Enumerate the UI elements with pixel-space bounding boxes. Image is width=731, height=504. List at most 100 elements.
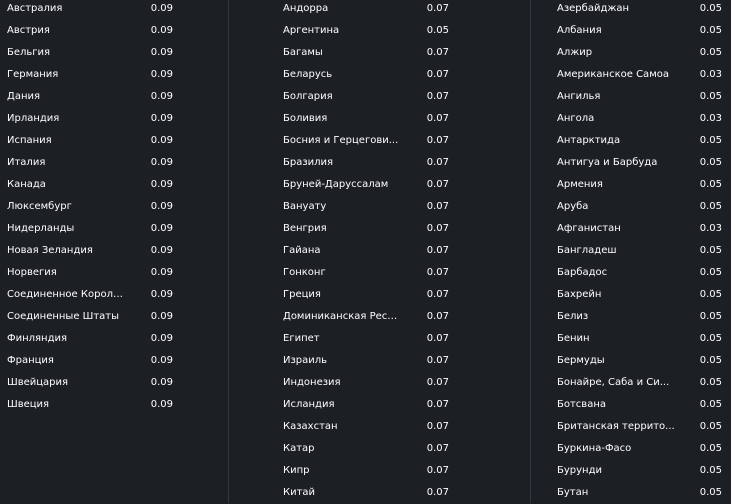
country-rate: 0.05 [699, 487, 722, 498]
table-row: Гонконг 0.07 [229, 262, 530, 284]
country-name: Люксембург [7, 201, 72, 212]
country-name: Аргентина [283, 25, 340, 36]
country-rate: 0.07 [426, 201, 449, 212]
table-row: Бермуды 0.05 [531, 350, 731, 372]
country-name: Босния и Герцегови... [283, 135, 399, 146]
country-name: Алжир [557, 47, 593, 58]
country-rate: 0.05 [699, 421, 722, 432]
table-row: Израиль 0.07 [229, 350, 530, 372]
country-name: Бангладеш [557, 245, 617, 256]
country-rate-table: Австралия 0.09 Австрия 0.09 Бельгия 0.09 Герма… [0, 0, 731, 503]
country-name: Антарктида [557, 135, 621, 146]
table-row: Германия 0.09 [0, 64, 228, 86]
country-name: Италия [7, 157, 46, 168]
country-name: Американское Самоа [557, 69, 669, 80]
table-row: Болгария 0.07 [229, 86, 530, 108]
country-rate: 0.03 [699, 69, 722, 80]
country-rate: 0.09 [150, 25, 173, 36]
table-row: Буркина-Фасо 0.05 [531, 438, 731, 460]
country-rate: 0.09 [150, 289, 173, 300]
country-rate: 0.07 [426, 267, 449, 278]
country-rate: 0.07 [426, 355, 449, 366]
table-row: Австралия 0.09 [0, 0, 228, 20]
country-rate: 0.09 [150, 223, 173, 234]
country-name: Исландия [283, 399, 335, 410]
table-row: Антигуа и Барбуда 0.05 [531, 152, 731, 174]
country-rate: 0.07 [426, 245, 449, 256]
table-row: Гайана 0.07 [229, 240, 530, 262]
country-name: Бельгия [7, 47, 51, 58]
table-row: Аруба 0.05 [531, 196, 731, 218]
table-row: Алжир 0.05 [531, 42, 731, 64]
country-name: Греция [283, 289, 321, 300]
country-rate: 0.05 [699, 157, 722, 168]
country-name: Соединенное Короле... [7, 289, 127, 300]
country-rate: 0.05 [699, 135, 722, 146]
country-name: Буркина-Фасо [557, 443, 632, 454]
country-rate: 0.09 [150, 47, 173, 58]
table-row: Бангладеш 0.05 [531, 240, 731, 262]
country-name: Бурунди [557, 465, 602, 476]
table-row: Барбадос 0.05 [531, 262, 731, 284]
table-row: Соединенные Штаты 0.09 [0, 306, 228, 328]
country-rate: 0.05 [699, 201, 722, 212]
country-rate: 0.05 [699, 91, 722, 102]
table-row: Финляндия 0.09 [0, 328, 228, 350]
table-column-1: Австралия 0.09 Австрия 0.09 Бельгия 0.09 Герма… [0, 0, 228, 503]
country-name: Вануату [283, 201, 327, 212]
country-rate: 0.07 [426, 289, 449, 300]
country-rate: 0.05 [699, 443, 722, 454]
country-name: Афганистан [557, 223, 621, 234]
country-name: Бонайре, Саба и Си... [557, 377, 670, 388]
country-name: Бруней-Даруссалам [283, 179, 389, 190]
table-row: Новая Зеландия 0.09 [0, 240, 228, 262]
country-rate: 0.09 [150, 399, 173, 410]
table-row: Австрия 0.09 [0, 20, 228, 42]
country-rate: 0.05 [699, 399, 722, 410]
table-row: Швейцария 0.09 [0, 372, 228, 394]
country-rate: 0.05 [699, 245, 722, 256]
country-rate: 0.07 [426, 3, 449, 14]
table-row: Бразилия 0.07 [229, 152, 530, 174]
table-row: Испания 0.09 [0, 130, 228, 152]
table-row: Албания 0.05 [531, 20, 731, 42]
table-row: Ангола 0.03 [531, 108, 731, 130]
table-row: Доминиканская Респ... 0.07 [229, 306, 530, 328]
country-name: Ангола [557, 113, 595, 124]
country-name: Швеция [7, 399, 50, 410]
table-row: Франция 0.09 [0, 350, 228, 372]
table-column-2: Андорра 0.07 Аргентина 0.05 Багамы 0.07 Белару… [228, 0, 530, 503]
country-rate: 0.05 [699, 267, 722, 278]
country-rate: 0.09 [150, 69, 173, 80]
country-rate: 0.07 [426, 399, 449, 410]
country-name: Андорра [283, 3, 329, 14]
table-row: Бонайре, Саба и Си... 0.05 [531, 372, 731, 394]
table-row: Люксембург 0.09 [0, 196, 228, 218]
table-row: Ирландия 0.09 [0, 108, 228, 130]
table-row: Египет 0.07 [229, 328, 530, 350]
country-name: Израиль [283, 355, 328, 366]
country-name: Багамы [283, 47, 323, 58]
country-name: Нидерланды [7, 223, 75, 234]
table-row: Венгрия 0.07 [229, 218, 530, 240]
country-rate: 0.03 [699, 223, 722, 234]
table-row: Катар 0.07 [229, 438, 530, 460]
table-row: Вануату 0.07 [229, 196, 530, 218]
country-rate: 0.07 [426, 223, 449, 234]
country-rate: 0.05 [699, 465, 722, 476]
country-rate: 0.07 [426, 91, 449, 102]
country-rate: 0.07 [426, 157, 449, 168]
country-name: Британская террито... [557, 421, 675, 432]
table-row: Нидерланды 0.09 [0, 218, 228, 240]
country-rate: 0.05 [426, 25, 449, 36]
country-name: Франция [7, 355, 54, 366]
table-row: Азербайджан 0.05 [531, 0, 731, 20]
table-row: Армения 0.05 [531, 174, 731, 196]
country-name: Ангилья [557, 91, 601, 102]
country-name: Антигуа и Барбуда [557, 157, 658, 168]
table-row: Исландия 0.07 [229, 394, 530, 416]
country-rate: 0.05 [699, 333, 722, 344]
country-rate: 0.05 [699, 3, 722, 14]
table-row: Ангилья 0.05 [531, 86, 731, 108]
table-row: Бутан 0.05 [531, 482, 731, 504]
